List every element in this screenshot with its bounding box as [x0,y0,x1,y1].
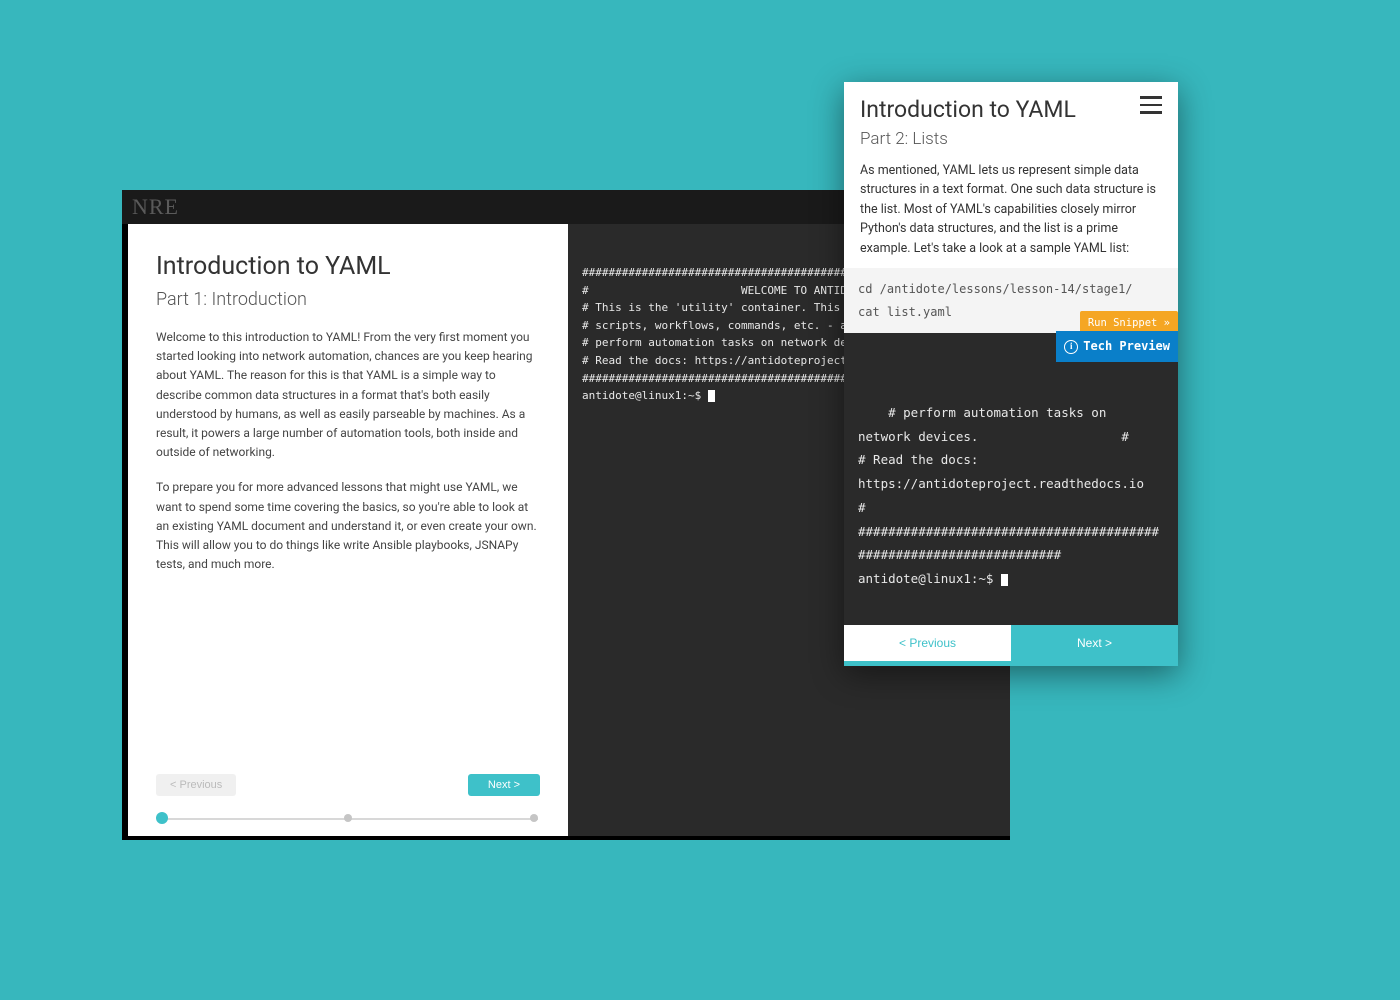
logo: NRE [132,194,179,220]
lesson-subtitle: Part 1: Introduction [156,289,540,310]
lesson-pane: Introduction to YAML Part 1: Introductio… [128,224,568,836]
mobile-terminal[interactable]: i Tech Preview # perform automation task… [844,333,1178,624]
hamburger-icon[interactable] [1140,96,1162,114]
terminal-cursor [708,390,715,402]
lesson-title: Introduction to YAML [156,252,540,281]
mobile-nav: < Previous Next > [844,625,1178,661]
lesson-nav: < Previous Next > [156,774,540,796]
mobile-next-button[interactable]: Next > [1011,625,1178,661]
lesson-para-1: Welcome to this introduction to YAML! Fr… [156,328,540,462]
mobile-lesson-title: Introduction to YAML [860,96,1162,123]
mobile-terminal-output: # perform automation tasks on network de… [858,405,1159,586]
progress-step-2[interactable] [344,814,352,822]
mobile-bottom-accent [844,661,1178,666]
prev-button[interactable]: < Previous [156,774,236,796]
mobile-header: Introduction to YAML Part 2: Lists As me… [844,82,1178,268]
progress-track [158,814,538,824]
lesson-para-2: To prepare you for more advanced lessons… [156,478,540,574]
tech-preview-badge[interactable]: i Tech Preview [1056,331,1178,362]
progress-step-1[interactable] [156,812,168,824]
code-snippet: cd /antidote/lessons/lesson-14/stage1/ c… [844,268,1178,334]
mobile-prev-button[interactable]: < Previous [844,625,1011,661]
next-button[interactable]: Next > [468,774,540,796]
progress-step-3[interactable] [530,814,538,822]
tech-preview-label: Tech Preview [1083,335,1170,358]
mobile-lesson-para: As mentioned, YAML lets us represent sim… [860,161,1162,258]
info-icon: i [1064,340,1078,354]
run-snippet-label: Run Snippet » [1088,314,1170,334]
mobile-terminal-cursor [1001,574,1008,586]
mobile-app-window: Introduction to YAML Part 2: Lists As me… [844,82,1178,666]
code-line-1: cd /antidote/lessons/lesson-14/stage1/ [858,278,1164,301]
mobile-lesson-subtitle: Part 2: Lists [860,129,1162,149]
